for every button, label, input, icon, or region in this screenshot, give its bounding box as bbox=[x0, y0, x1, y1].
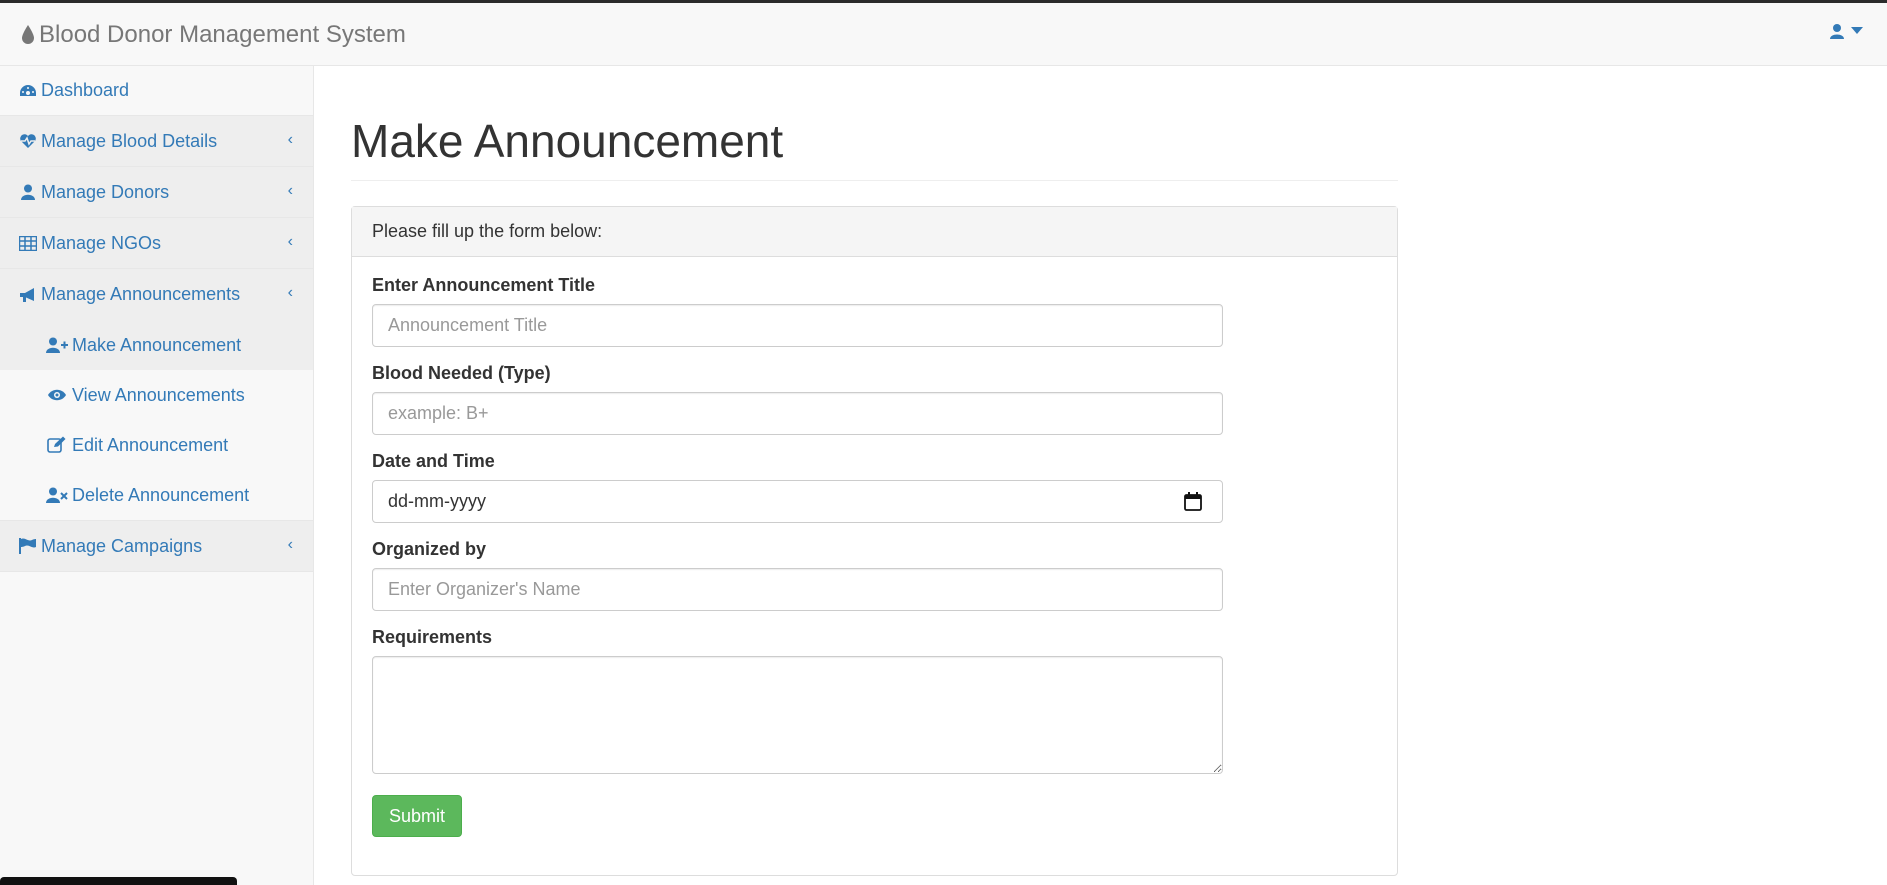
sidebar-item-label: Dashboard bbox=[41, 80, 130, 100]
bottom-overlay-bar bbox=[0, 877, 237, 885]
sidebar-subitem-label: View Announcements bbox=[72, 384, 245, 405]
sidebar-item-manage-campaigns[interactable]: Manage Campaigns ‹ bbox=[0, 521, 313, 572]
submit-button[interactable]: Submit bbox=[372, 795, 463, 837]
panel-heading: Please fill up the form below: bbox=[352, 207, 1397, 257]
edit-icon bbox=[46, 436, 68, 454]
sidebar-item-label: Manage NGOs bbox=[41, 232, 162, 253]
form-group-requirements: Requirements bbox=[372, 627, 1377, 779]
sidebar-item-manage-ngos[interactable]: Manage NGOs ‹ bbox=[0, 218, 313, 269]
form-group-blood: Blood Needed (Type) bbox=[372, 363, 1377, 435]
sidebar-item-label: Manage Campaigns bbox=[41, 535, 203, 556]
title-label: Enter Announcement Title bbox=[372, 275, 596, 295]
sidebar-item-label: Manage Donors bbox=[41, 181, 170, 202]
sidebar-subitem-label: Edit Announcement bbox=[72, 434, 229, 455]
user-times-icon bbox=[46, 486, 68, 504]
chevron-left-icon: ‹ bbox=[287, 131, 293, 148]
announcements-submenu: Make Announcement View Announcements Edi… bbox=[0, 320, 313, 521]
sidebar: Dashboard Manage Blood Details ‹ Manage … bbox=[0, 66, 314, 885]
calendar-icon[interactable] bbox=[1184, 492, 1202, 511]
requirements-label: Requirements bbox=[372, 627, 493, 647]
form-group-date: Date and Time dd-mm-yyyy bbox=[372, 451, 1377, 523]
user-menu[interactable] bbox=[1829, 23, 1863, 39]
user-icon bbox=[19, 183, 37, 201]
sidebar-item-label: Manage Announcements bbox=[41, 284, 241, 304]
date-value: dd-mm-yyyy bbox=[388, 491, 486, 511]
form-panel: Please fill up the form below: Enter Ann… bbox=[351, 206, 1398, 876]
navbar: Blood Donor Management System bbox=[0, 3, 1887, 66]
sidebar-subitem-view-announcements[interactable]: View Announcements bbox=[0, 370, 313, 420]
sidebar-subitem-label: Make Announcement bbox=[72, 334, 242, 355]
sidebar-subitem-label: Delete Announcement bbox=[72, 484, 250, 505]
requirements-textarea[interactable] bbox=[372, 656, 1223, 774]
table-icon bbox=[19, 234, 37, 252]
blood-type-label: Blood Needed (Type) bbox=[372, 363, 551, 383]
blood-drop-icon bbox=[22, 25, 34, 44]
chevron-left-icon: ‹ bbox=[287, 182, 293, 199]
sidebar-subitem-edit-announcement[interactable]: Edit Announcement bbox=[0, 420, 313, 470]
date-input[interactable]: dd-mm-yyyy bbox=[372, 480, 1223, 523]
sidebar-item-label: Manage Blood Details bbox=[41, 130, 218, 151]
caret-down-icon bbox=[1851, 27, 1863, 34]
date-label: Date and Time bbox=[372, 451, 495, 471]
sidebar-item-manage-blood-details[interactable]: Manage Blood Details ‹ bbox=[0, 116, 313, 167]
blood-type-input[interactable] bbox=[372, 392, 1223, 435]
chevron-left-icon: ‹ bbox=[287, 233, 293, 250]
sidebar-subitem-delete-announcement[interactable]: Delete Announcement bbox=[0, 470, 313, 520]
form-group-organizer: Organized by bbox=[372, 539, 1377, 611]
page-title: Make Announcement bbox=[351, 114, 1398, 181]
bullhorn-icon bbox=[19, 286, 37, 304]
heartbeat-icon bbox=[19, 132, 37, 150]
user-plus-icon bbox=[46, 336, 68, 354]
brand[interactable]: Blood Donor Management System bbox=[21, 21, 406, 49]
form-group-title: Enter Announcement Title bbox=[372, 275, 1377, 347]
sidebar-item-dashboard[interactable]: Dashboard bbox=[0, 66, 313, 116]
dashboard-icon bbox=[19, 82, 37, 100]
user-icon bbox=[1830, 24, 1844, 39]
sidebar-item-manage-announcements[interactable]: Manage Announcements ‹ bbox=[0, 269, 313, 320]
main-content: Make Announcement Please fill up the for… bbox=[351, 66, 1398, 876]
chevron-left-icon: ‹ bbox=[287, 284, 293, 301]
flag-icon bbox=[19, 537, 37, 555]
eye-icon bbox=[46, 386, 68, 404]
brand-title: Blood Donor Management System bbox=[39, 21, 406, 48]
panel-body: Enter Announcement Title Blood Needed (T… bbox=[352, 257, 1397, 855]
sidebar-subitem-make-announcement[interactable]: Make Announcement bbox=[0, 320, 313, 370]
sidebar-item-manage-donors[interactable]: Manage Donors ‹ bbox=[0, 167, 313, 218]
organizer-input[interactable] bbox=[372, 568, 1223, 611]
chevron-left-icon: ‹ bbox=[287, 536, 293, 553]
announcement-title-input[interactable] bbox=[372, 304, 1223, 347]
organizer-label: Organized by bbox=[372, 539, 487, 559]
